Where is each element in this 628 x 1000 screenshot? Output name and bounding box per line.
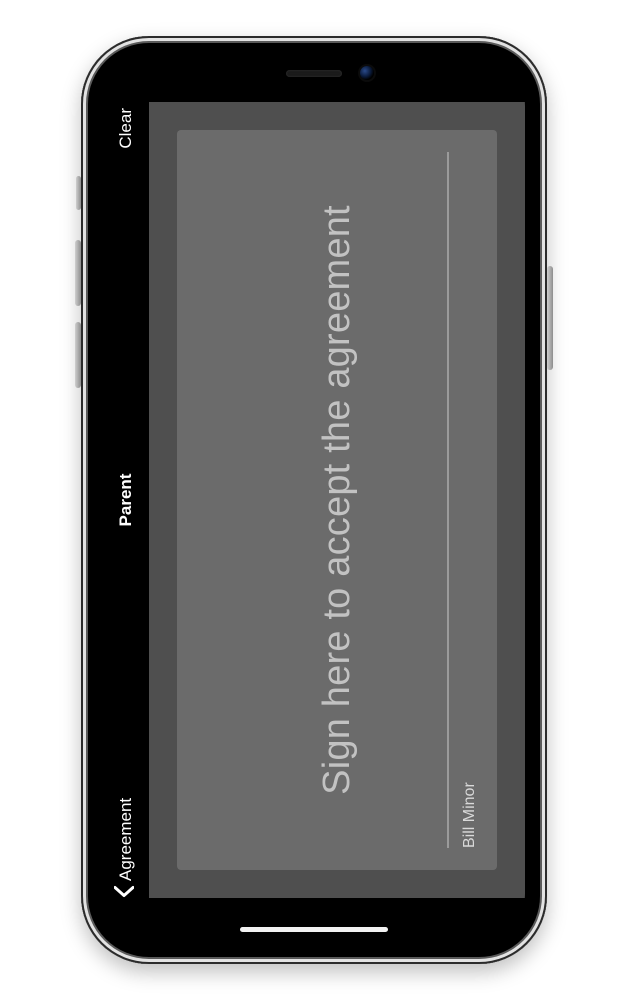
volume-up-button [75, 240, 81, 306]
signature-placeholder: Sign here to accept the agreement [316, 205, 359, 795]
phone-screen: Agreement Parent Clear Sign here to acce… [103, 58, 525, 942]
phone-frame: Agreement Parent Clear Sign here to acce… [81, 36, 547, 964]
clear-label: Clear [116, 108, 136, 149]
volume-down-button [75, 322, 81, 388]
signer-name: Bill Minor [461, 782, 479, 848]
notch [206, 58, 422, 92]
navigation-bar: Agreement Parent Clear [103, 58, 149, 942]
home-indicator[interactable] [240, 927, 388, 932]
back-button[interactable]: Agreement [103, 798, 149, 898]
front-camera [360, 66, 374, 80]
signature-line [447, 152, 449, 848]
chevron-left-icon [114, 885, 139, 898]
back-label: Agreement [116, 798, 136, 881]
power-button [547, 266, 553, 370]
clear-button[interactable]: Clear [103, 108, 149, 149]
signature-pad[interactable]: Sign here to accept the agreement Bill M… [177, 130, 497, 870]
page-title: Parent [116, 474, 136, 527]
silence-switch [76, 176, 81, 210]
app-landscape-stage: Agreement Parent Clear Sign here to acce… [103, 58, 525, 942]
signature-panel: Sign here to accept the agreement Bill M… [149, 102, 525, 898]
earpiece-speaker [286, 70, 342, 77]
